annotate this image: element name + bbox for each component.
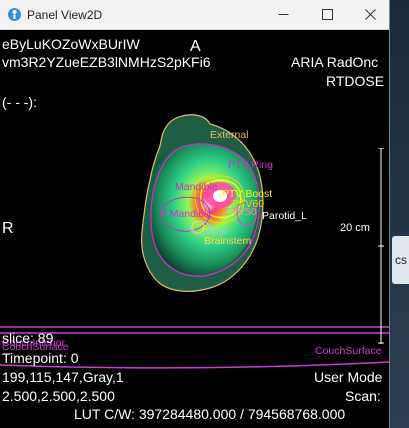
voxel-spacing: 2.500,2.500,2.500 (2, 388, 115, 404)
label-mandible: Mandible (175, 181, 218, 193)
orientation-anterior: A (190, 38, 201, 55)
modality-label: RTDOSE (326, 73, 385, 89)
scan-label: Scan: (345, 388, 381, 404)
lut-window: LUT C/W: 397284480.000 / 794568768.000 (74, 406, 346, 422)
dose-indicator: (- - -): (2, 94, 37, 110)
system-name: ARIA RadOnc (291, 54, 379, 70)
title-bar: Panel View2D (0, 0, 389, 30)
label-ptv-ring: PTV Ring (228, 159, 273, 171)
patient-name: eByLuKOZoWxBUrIW (2, 36, 140, 52)
panel-view2d-window: Panel View2D eByLuKOZoWxBUrIW vm3R2YZueE… (0, 0, 390, 428)
pixel-info: 199,115,147,Gray,1 (2, 369, 124, 385)
label-brainstem: Brainstem (204, 235, 252, 247)
label-ctv50: CTV50 (224, 206, 257, 218)
maximize-button[interactable] (306, 0, 348, 29)
scale-bar (378, 148, 384, 344)
user-mode: User Mode (314, 369, 383, 385)
couch-outline (0, 326, 389, 334)
label-p-mandible: P Mandible (160, 208, 213, 220)
patient-id: vm3R2YZueEZB3lNMHzS2pKFi6 (2, 54, 211, 70)
label-parotid-l: Parotid_L (262, 210, 307, 222)
scale-label: 20 cm (340, 222, 370, 234)
desktop-background: cs (390, 0, 409, 428)
label-couch-surface-right: CouchSurface (315, 345, 382, 357)
image-viewport[interactable]: eByLuKOZoWxBUrIW vm3R2YZueEZB3lNMHzS2pKF… (0, 30, 389, 428)
close-icon (364, 9, 376, 20)
timepoint: Timepoint: 0 (2, 350, 79, 366)
window-title: Panel View2D (27, 8, 103, 22)
app-icon (7, 7, 22, 22)
orientation-right: R (2, 220, 14, 237)
label-external: External (210, 129, 249, 141)
minimize-button[interactable] (262, 0, 304, 29)
background-window-edge: cs (392, 236, 409, 284)
close-button[interactable] (349, 0, 391, 29)
slice-number: slice: 89 (2, 330, 54, 346)
minimize-icon (278, 14, 288, 15)
maximize-icon (321, 9, 333, 20)
